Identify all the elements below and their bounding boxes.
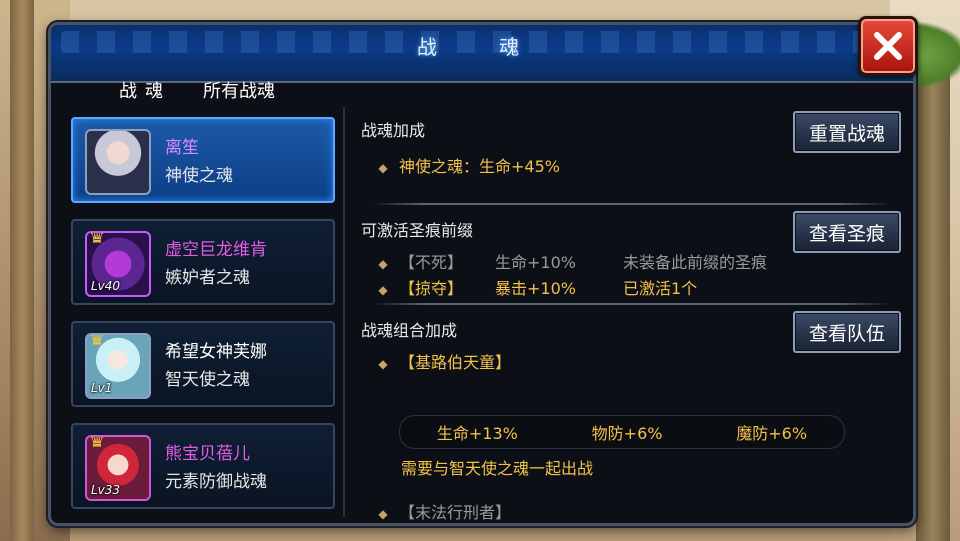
crown-icon: ♛ <box>89 333 106 350</box>
tab-row: 战魂 所有战魂 <box>115 77 279 107</box>
diamond-bullet-icon: ◆ <box>378 507 388 521</box>
background-pillar <box>10 0 34 541</box>
level-badge: Lv40 <box>91 279 121 293</box>
diamond-bullet-icon: ◆ <box>378 283 388 297</box>
title-bar: 战 魂 <box>51 25 913 83</box>
crown-icon: ♛ <box>89 435 106 452</box>
soul-name: 熊宝贝蓓儿 <box>165 444 250 464</box>
reset-soul-button[interactable]: 重置战魂 <box>793 111 901 153</box>
diamond-bullet-icon: ◆ <box>378 257 388 271</box>
tab-soul[interactable]: 战魂 <box>115 77 175 107</box>
view-stigmata-button[interactable]: 查看圣痕 <box>793 211 901 253</box>
combo-stats-bar: 生命+13% 物防+6% 魔防+6% <box>399 415 845 449</box>
soul-name: 希望女神芙娜 <box>165 342 267 362</box>
section-separator <box>371 203 891 205</box>
diamond-bullet-icon: ◆ <box>378 161 388 175</box>
stat-mdef: 魔防+6% <box>736 424 808 443</box>
combo-requirement: 需要与智天使之魂一起出战 <box>401 459 594 478</box>
avatar: ♛ Lv40 <box>85 231 151 297</box>
avatar: ♛ Lv33 <box>85 435 151 501</box>
soul-type: 嫉妒者之魂 <box>165 268 250 288</box>
diamond-bullet-icon: ◆ <box>378 357 388 371</box>
avatar <box>85 129 151 195</box>
prefix-title: 可激活圣痕前缀 <box>361 221 474 240</box>
soul-card[interactable]: ♛ Lv40 虚空巨龙维肯 嫉妒者之魂 <box>71 219 335 305</box>
level-badge: Lv1 <box>91 381 113 395</box>
window-title: 战 魂 <box>416 35 548 59</box>
soul-name: 离笙 <box>165 138 199 158</box>
tab-all-souls[interactable]: 所有战魂 <box>199 77 279 107</box>
close-icon <box>874 32 902 60</box>
soul-card[interactable]: 离笙 神使之魂 <box>71 117 335 203</box>
soul-list: 离笙 神使之魂 ♛ Lv40 虚空巨龙维肯 嫉妒者之魂 ♛ Lv1 希望女神芙娜… <box>71 117 335 525</box>
combo-title: 战魂组合加成 <box>361 321 458 340</box>
level-badge: Lv33 <box>91 483 121 497</box>
prefix-row: ◆ 【不死】 生命+10% 未装备此前缀的圣痕 <box>378 253 768 272</box>
combo-group-2: ◆ 【末法行刑者】 <box>378 503 512 522</box>
prefix-row: ◆ 【掠夺】 暴击+10% 已激活1个 <box>378 279 698 298</box>
soul-window: 战 魂 战魂 所有战魂 离笙 神使之魂 ♛ Lv40 虚空巨龙维肯 嫉妒者之魂 … <box>48 22 916 526</box>
view-team-button[interactable]: 查看队伍 <box>793 311 901 353</box>
section-separator <box>371 303 891 305</box>
combo-group: ◆ 【基路伯天童】 <box>378 353 512 372</box>
soul-type: 元素防御战魂 <box>165 472 267 492</box>
column-divider <box>343 107 345 517</box>
crown-icon: ♛ <box>89 231 106 248</box>
bonus-line: ◆ 神使之魂：生命+45% <box>378 157 560 176</box>
stat-pdef: 物防+6% <box>591 424 663 443</box>
close-button[interactable] <box>858 16 918 76</box>
stat-hp: 生命+13% <box>436 424 518 443</box>
soul-card[interactable]: ♛ Lv33 熊宝贝蓓儿 元素防御战魂 <box>71 423 335 509</box>
palm-trunk <box>916 60 950 541</box>
soul-type: 神使之魂 <box>165 166 233 186</box>
bonus-title: 战魂加成 <box>361 121 426 140</box>
soul-card[interactable]: ♛ Lv1 希望女神芙娜 智天使之魂 <box>71 321 335 407</box>
soul-name: 虚空巨龙维肯 <box>165 240 267 260</box>
soul-type: 智天使之魂 <box>165 370 250 390</box>
avatar: ♛ Lv1 <box>85 333 151 399</box>
